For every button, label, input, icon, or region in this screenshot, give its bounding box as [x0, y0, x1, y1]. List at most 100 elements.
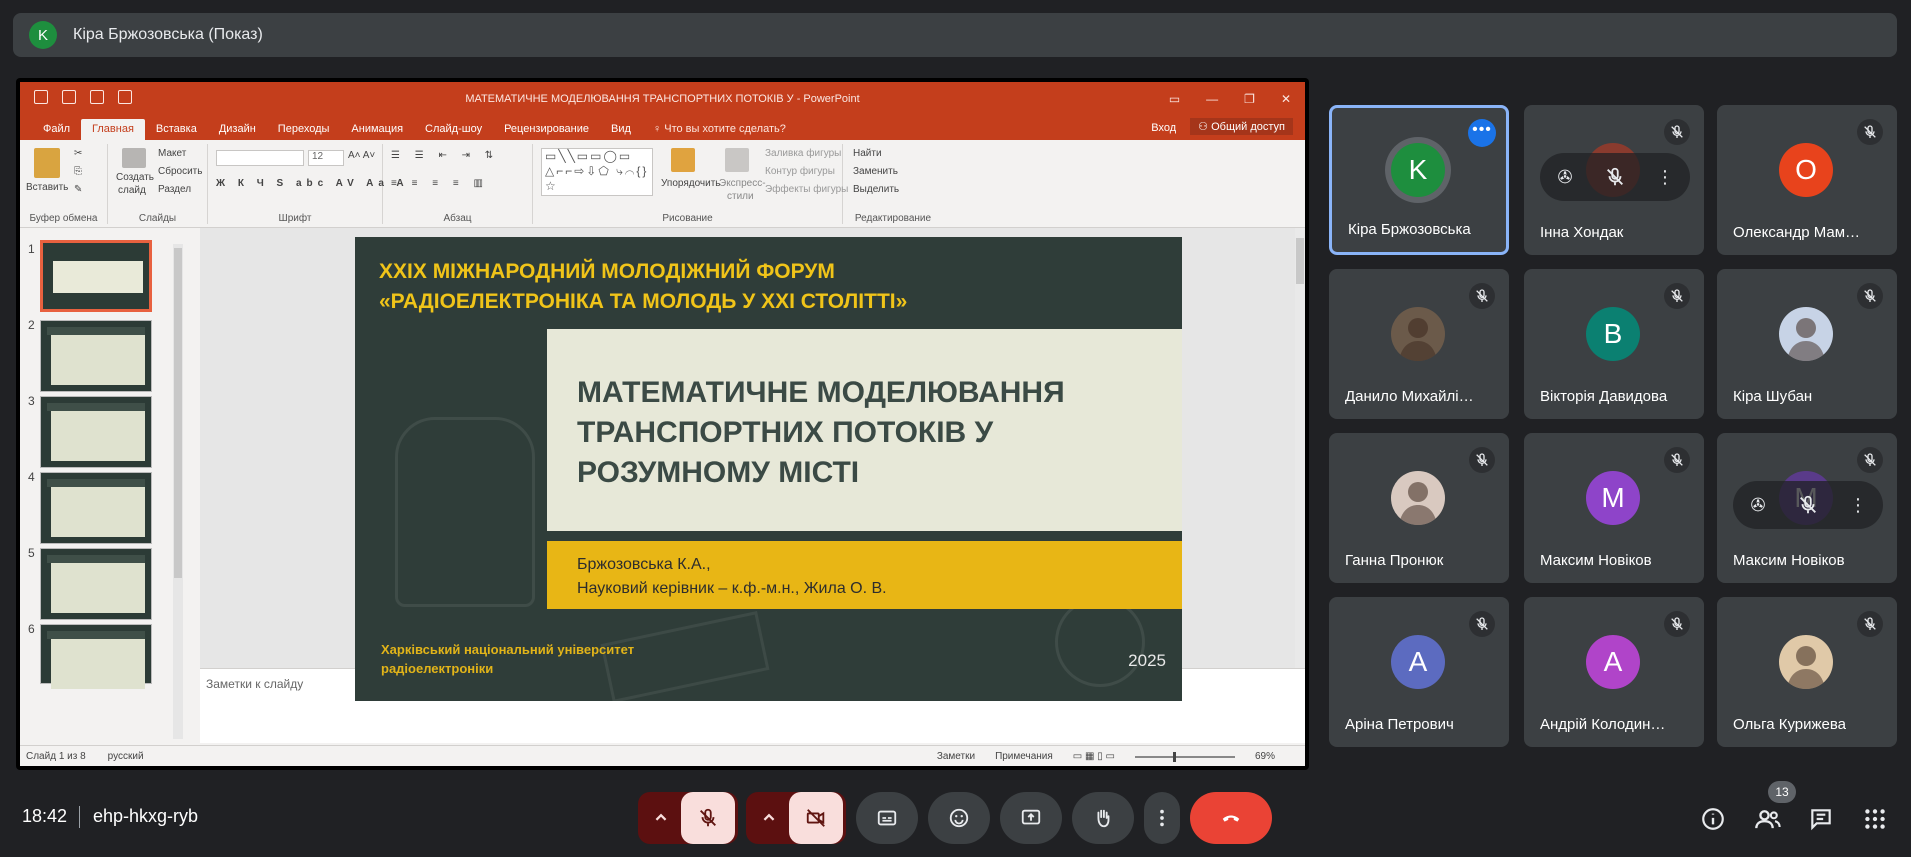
copy-icon[interactable]: ⎘: [74, 166, 82, 177]
participant-tile[interactable]: M Максим Новіков: [1524, 433, 1704, 583]
mic-options-chevron-icon[interactable]: [641, 807, 681, 829]
tab-transitions[interactable]: Переходы: [267, 123, 341, 140]
thumbnail-slide-3[interactable]: [40, 396, 152, 468]
present-screen-button[interactable]: [1000, 792, 1062, 844]
participant-tile[interactable]: Ганна Пронюк: [1329, 433, 1509, 583]
tab-home[interactable]: Главная: [81, 119, 145, 140]
pin-icon[interactable]: ✇: [1554, 166, 1576, 188]
shape-fill-button[interactable]: Заливка фигуры: [765, 148, 841, 159]
view-icons[interactable]: ▭ ▦ ▯ ▭: [1073, 751, 1115, 762]
slide-scrollbar[interactable]: [1295, 228, 1305, 668]
font-name-select[interactable]: [216, 150, 304, 166]
shape-outline-button[interactable]: Контур фигуры: [765, 166, 835, 177]
participant-tile[interactable]: M✇⋮Максим Новіков: [1717, 433, 1897, 583]
notes-toggle[interactable]: Заметки: [937, 751, 975, 762]
tab-design[interactable]: Дизайн: [208, 123, 267, 140]
tile-mic-icon[interactable]: [1604, 166, 1626, 188]
participant-name: Данило Михайлі…: [1345, 388, 1474, 405]
camera-off-button[interactable]: [789, 792, 843, 844]
more-vert-icon[interactable]: ⋮: [1654, 166, 1676, 188]
select-button[interactable]: Выделить: [853, 184, 899, 195]
reset-button[interactable]: Сбросить: [158, 166, 202, 177]
thumbnails-scrollbar[interactable]: [173, 244, 183, 739]
more-options-button[interactable]: [1144, 792, 1180, 844]
share-button[interactable]: ⚇ Общий доступ: [1190, 118, 1293, 135]
tile-mic-icon[interactable]: [1797, 494, 1819, 516]
participant-name: Інна Хондак: [1540, 224, 1624, 241]
format-painter-icon[interactable]: ✎: [74, 184, 82, 195]
thumb-number: 3: [28, 394, 35, 408]
quick-styles-label-2[interactable]: стили: [727, 191, 754, 202]
cut-icon[interactable]: ✂: [74, 148, 82, 159]
ribbon-display-icon[interactable]: ▭: [1169, 92, 1180, 106]
participant-name: Максим Новіков: [1540, 552, 1652, 569]
people-button[interactable]: [1754, 806, 1782, 839]
new-slide-label-2[interactable]: слайд: [118, 185, 146, 196]
pin-icon[interactable]: ✇: [1747, 494, 1769, 516]
quick-styles-icon[interactable]: [725, 148, 749, 172]
participant-tile[interactable]: O Олександр Мам…: [1717, 105, 1897, 255]
participant-tile[interactable]: Данило Михайлі…: [1329, 269, 1509, 419]
replace-button[interactable]: Заменить: [853, 166, 898, 177]
close-icon[interactable]: ✕: [1281, 92, 1291, 106]
participant-tile[interactable]: K ••• Кіра Бржозовська: [1329, 105, 1509, 255]
thumbnail-slide-1[interactable]: [40, 240, 152, 312]
new-slide-label-1[interactable]: Создать: [116, 172, 154, 183]
chat-button[interactable]: [1808, 806, 1834, 837]
participant-tile[interactable]: Кіра Шубан: [1717, 269, 1897, 419]
participant-avatar: B: [1586, 307, 1640, 361]
language-indicator[interactable]: русский: [108, 751, 144, 762]
group-label-clipboard: Буфер обмена: [29, 213, 98, 224]
minimize-icon[interactable]: —: [1206, 92, 1218, 106]
more-horiz-icon[interactable]: •••: [1468, 119, 1496, 147]
new-slide-icon[interactable]: [122, 148, 146, 168]
tab-review[interactable]: Рецензирование: [493, 123, 600, 140]
thumbnail-slide-5[interactable]: [40, 548, 152, 620]
thumbnail-slide-6[interactable]: [40, 624, 152, 689]
font-grow-icon[interactable]: A˄ A˅: [348, 150, 375, 161]
captions-button[interactable]: [856, 792, 918, 844]
list-icons[interactable]: ☰ ☰ ⇤ ⇥ ⇅: [391, 150, 499, 161]
participant-tile[interactable]: B Вікторія Давидова: [1524, 269, 1704, 419]
paste-label[interactable]: Вставить: [26, 182, 68, 193]
font-style-icons[interactable]: Ж К Ч S abc AV Aa A: [216, 178, 409, 189]
reactions-button[interactable]: [928, 792, 990, 844]
participant-tile[interactable]: ✇ ⋮ Інна Хондак: [1524, 105, 1704, 255]
find-button[interactable]: Найти: [853, 148, 882, 159]
camera-options-chevron-icon[interactable]: [749, 807, 789, 829]
shape-effects-button[interactable]: Эффекты фигуры: [765, 184, 848, 195]
paste-icon[interactable]: [34, 148, 60, 178]
slide-title-box: МАТЕМАТИЧНЕ МОДЕЛЮВАННЯ ТРАНСПОРТНИХ ПОТ…: [547, 329, 1182, 531]
zoom-level[interactable]: 69%: [1255, 751, 1275, 762]
shapes-gallery[interactable]: ▭╲╲▭▭◯▭ △⌐⌐⇨⇩⬠ ⤷⌒{}☆: [541, 148, 653, 196]
participant-tile[interactable]: Ольга Курижева: [1717, 597, 1897, 747]
thumbnail-slide-2[interactable]: [40, 320, 152, 392]
tab-file[interactable]: Файл: [32, 123, 81, 140]
participant-tile[interactable]: A Андрій Колодин…: [1524, 597, 1704, 747]
tab-slideshow[interactable]: Слайд-шоу: [414, 123, 493, 140]
section-button[interactable]: Раздел: [158, 184, 191, 195]
tab-insert[interactable]: Вставка: [145, 123, 208, 140]
thumbnail-slide-4[interactable]: [40, 472, 152, 544]
arrange-label[interactable]: Упорядочить: [661, 178, 721, 189]
font-size-select[interactable]: 12: [308, 150, 344, 166]
tell-me-box[interactable]: ♀ Что вы хотите сделать?: [642, 123, 797, 140]
signin-link[interactable]: Вход: [1151, 122, 1176, 135]
apps-grid-icon: [1865, 809, 1885, 829]
more-vert-icon[interactable]: ⋮: [1847, 494, 1869, 516]
meeting-info-button[interactable]: [1700, 806, 1726, 837]
leave-call-button[interactable]: [1190, 792, 1272, 844]
activities-button[interactable]: [1862, 806, 1888, 837]
mic-off-button[interactable]: [681, 792, 735, 844]
arrange-icon[interactable]: [671, 148, 695, 172]
participant-tile[interactable]: A Аріна Петрович: [1329, 597, 1509, 747]
maximize-icon[interactable]: ❐: [1244, 92, 1255, 106]
tab-view[interactable]: Вид: [600, 123, 642, 140]
tab-animations[interactable]: Анимация: [340, 123, 414, 140]
quick-styles-label-1[interactable]: Экспресс-: [719, 178, 766, 189]
layout-button[interactable]: Макет: [158, 148, 186, 159]
zoom-slider[interactable]: [1134, 751, 1235, 762]
align-icons[interactable]: ≡ ≡ ≡ ≡ ▥: [391, 178, 489, 189]
comments-toggle[interactable]: Примечания: [995, 751, 1053, 762]
raise-hand-button[interactable]: [1072, 792, 1134, 844]
